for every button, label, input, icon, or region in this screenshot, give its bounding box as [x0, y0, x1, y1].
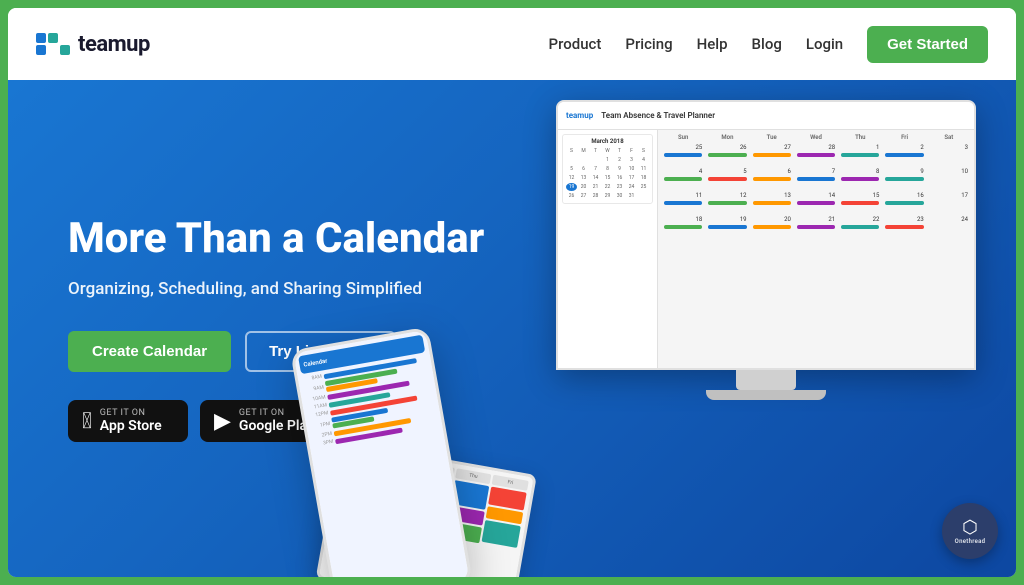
- app-store-get-it: GET IT ON: [100, 408, 162, 418]
- app-store-name: App Store: [100, 418, 162, 434]
- mini-cal-grid: S M T W T F S 1: [566, 147, 649, 200]
- cal-week-3: 11 12 13 14 15 16 17: [662, 191, 970, 213]
- hero-section: More Than a Calendar Organizing, Schedul…: [8, 80, 1016, 577]
- cal-week-2: 4 5 6 7 8 9 10: [662, 167, 970, 189]
- nav-pricing[interactable]: Pricing: [625, 35, 672, 53]
- create-calendar-button[interactable]: Create Calendar: [68, 331, 231, 372]
- monitor-mockup: teamup Team Absence & Travel Planner Mar…: [556, 100, 976, 410]
- cal-week-4: 18 19 20 21 22 23 24: [662, 215, 970, 237]
- page-frame: teamup Product Pricing Help Blog Login G…: [8, 8, 1016, 577]
- screen-body: March 2018 S M T W T F S: [558, 130, 974, 368]
- hero-subtitle: Organizing, Scheduling, and Sharing Simp…: [68, 279, 484, 299]
- get-started-button[interactable]: Get Started: [867, 26, 988, 63]
- hero-title: More Than a Calendar: [68, 215, 484, 263]
- screen-inner: teamup Team Absence & Travel Planner Mar…: [558, 102, 974, 368]
- cal-week-1: 25 26 27 28 1 2 3: [662, 143, 970, 165]
- logo-icon: [36, 33, 70, 55]
- nav-blog[interactable]: Blog: [752, 35, 782, 53]
- screen-logo: teamup: [566, 111, 593, 120]
- onethread-icon: ⬡: [962, 517, 978, 538]
- monitor-screen: teamup Team Absence & Travel Planner Mar…: [556, 100, 976, 370]
- cal-header-row: Sun Mon Tue Wed Thu Fri Sat: [662, 134, 970, 141]
- logo[interactable]: teamup: [36, 32, 150, 57]
- google-play-icon: ▶: [214, 409, 231, 434]
- logo-text: teamup: [78, 32, 150, 57]
- screen-sidebar: March 2018 S M T W T F S: [558, 130, 658, 368]
- navbar: teamup Product Pricing Help Blog Login G…: [8, 8, 1016, 80]
- app-store-text: GET IT ON App Store: [100, 408, 162, 434]
- screen-main-calendar: Sun Mon Tue Wed Thu Fri Sat 25 26: [658, 130, 974, 368]
- onethread-label: Onethread: [955, 538, 986, 545]
- onethread-badge[interactable]: ⬡ Onethread: [942, 503, 998, 559]
- monitor-base: [706, 390, 826, 400]
- nav-links: Product Pricing Help Blog Login Get Star…: [549, 26, 988, 63]
- monitor-stand: [736, 370, 796, 390]
- nav-product[interactable]: Product: [549, 35, 602, 53]
- mini-calendar: March 2018 S M T W T F S: [562, 134, 653, 204]
- screen-title: Team Absence & Travel Planner: [601, 111, 715, 120]
- nav-login[interactable]: Login: [806, 35, 843, 53]
- screen-topbar: teamup Team Absence & Travel Planner: [558, 102, 974, 130]
- apple-icon: : [82, 409, 92, 434]
- app-store-badge[interactable]:  GET IT ON App Store: [68, 400, 188, 442]
- nav-help[interactable]: Help: [697, 35, 728, 53]
